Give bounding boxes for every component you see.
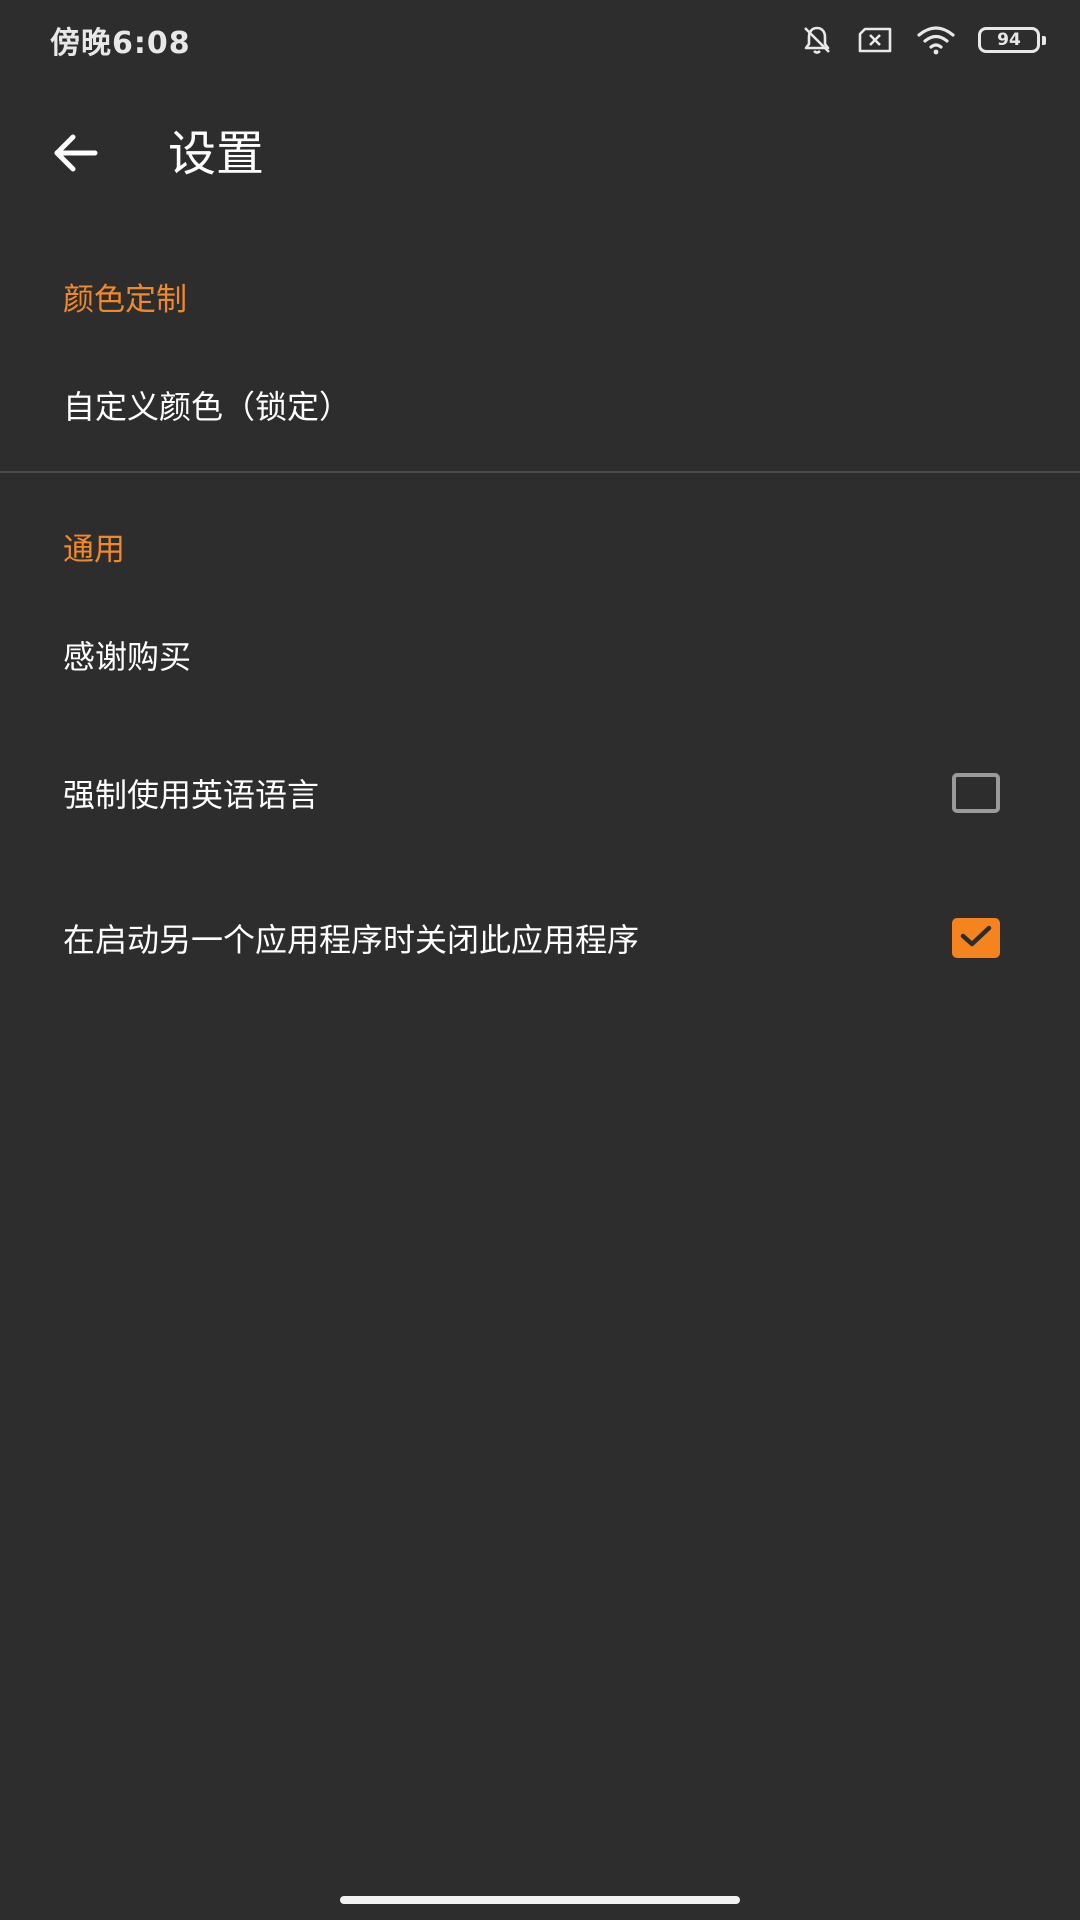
force-english-checkbox[interactable]	[952, 773, 1000, 813]
section-divider	[0, 471, 1080, 473]
close-on-launch-checkbox[interactable]	[952, 918, 1000, 958]
wifi-icon	[916, 25, 956, 55]
back-button[interactable]	[40, 120, 110, 190]
battery-icon: 94	[978, 27, 1046, 53]
battery-level: 94	[997, 29, 1021, 50]
home-indicator[interactable]	[340, 1896, 740, 1904]
pref-close-on-launch[interactable]: 在启动另一个应用程序时关闭此应用程序	[0, 883, 1080, 993]
settings-screen: 傍晚6:08 94 设置 颜色定制 自定义颜色（锁定） 通用 感谢购买 强制使用…	[0, 0, 1080, 1920]
pref-label: 感谢购买	[63, 638, 192, 676]
status-icons: 94	[800, 22, 1046, 58]
checkmark-icon	[959, 923, 993, 953]
section-header-color: 颜色定制	[63, 282, 187, 318]
toolbar: 设置	[0, 100, 1080, 210]
status-time: 傍晚6:08	[50, 26, 191, 61]
pref-force-english[interactable]: 强制使用英语语言	[0, 738, 1080, 848]
pref-thanks-purchase[interactable]: 感谢购买	[0, 600, 1080, 710]
bell-off-icon	[800, 23, 834, 57]
pref-label: 在启动另一个应用程序时关闭此应用程序	[63, 921, 640, 959]
section-header-general: 通用	[63, 532, 125, 568]
sim-off-icon	[856, 25, 894, 55]
status-bar: 傍晚6:08 94	[0, 0, 1080, 80]
page-title: 设置	[168, 126, 265, 182]
pref-custom-color[interactable]: 自定义颜色（锁定）	[0, 350, 1080, 460]
pref-label: 自定义颜色（锁定）	[63, 388, 352, 426]
arrow-left-icon	[51, 133, 99, 177]
pref-label: 强制使用英语语言	[63, 776, 320, 814]
